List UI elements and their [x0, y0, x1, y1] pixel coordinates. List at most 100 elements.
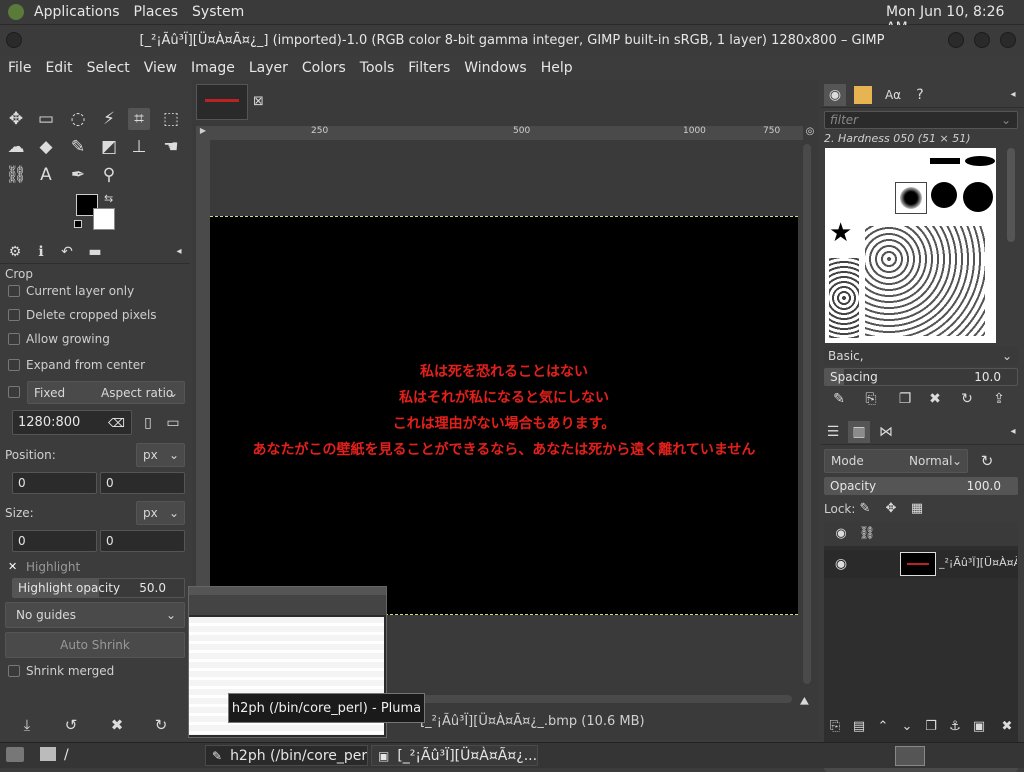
- edit-brush-icon[interactable]: ✎: [828, 388, 850, 410]
- configure-brushes-icon[interactable]: ◂: [1002, 84, 1024, 106]
- paths-tab-icon[interactable]: ⋈: [875, 421, 897, 443]
- background-color-swatch[interactable]: [93, 208, 115, 230]
- undo-history-tab-icon[interactable]: ↶: [56, 241, 78, 263]
- position-unit-dropdown[interactable]: px ⌄: [136, 443, 185, 467]
- menu-colors[interactable]: Colors: [294, 60, 352, 76]
- minimize-button[interactable]: [948, 32, 964, 48]
- aspect-ratio-dropdown[interactable]: Fixed Aspect ratio ⌄: [27, 381, 185, 404]
- opacity-slider[interactable]: Opacity 100.0: [824, 477, 1018, 495]
- brush-selected[interactable]: [895, 182, 927, 214]
- delete-options-icon[interactable]: ✖: [106, 714, 128, 736]
- refresh-brushes-icon[interactable]: ↻: [956, 388, 978, 410]
- size-height-field[interactable]: 0: [100, 530, 185, 552]
- menu-edit[interactable]: Edit: [37, 60, 78, 76]
- highlight-checkbox[interactable]: ✕: [8, 560, 17, 573]
- lock-alpha-icon[interactable]: ▦: [906, 498, 928, 520]
- path-tool-icon[interactable]: ⛓: [5, 164, 27, 186]
- menu-tools[interactable]: Tools: [352, 60, 401, 76]
- device-status-tab-icon[interactable]: ℹ: [30, 241, 52, 263]
- current-layer-only-checkbox[interactable]: [8, 285, 20, 297]
- brush-samples-textures[interactable]: [865, 226, 985, 336]
- restore-options-icon[interactable]: ↺: [60, 714, 82, 736]
- delete-brush-icon[interactable]: ✖: [924, 388, 946, 410]
- close-tab-icon[interactable]: ⊠: [253, 94, 264, 109]
- tool-options-tab-icon[interactable]: ⚙: [4, 241, 26, 263]
- swap-colors-icon[interactable]: ⇆: [104, 192, 113, 205]
- anchor-layer-icon[interactable]: ⚓: [944, 716, 966, 738]
- menu-help[interactable]: Help: [533, 60, 579, 76]
- vertical-scrollbar[interactable]: [803, 144, 811, 684]
- color-picker-icon[interactable]: ✒: [67, 164, 89, 186]
- brush-sample[interactable]: [963, 182, 993, 212]
- task-pluma[interactable]: ✎ h2ph (/bin/core_per...: [205, 745, 368, 766]
- channels-tab-icon[interactable]: ▥: [848, 421, 870, 443]
- bucket-fill-icon[interactable]: ◆: [35, 136, 57, 158]
- lock-position-icon[interactable]: ✥: [880, 498, 902, 520]
- move-tool-icon[interactable]: ✥: [5, 108, 27, 130]
- places-menu[interactable]: Places: [134, 4, 179, 20]
- spacing-slider[interactable]: Spacing 10.0: [824, 368, 1018, 386]
- clone-icon[interactable]: ⊥: [128, 136, 150, 158]
- horizontal-scrollbar[interactable]: [392, 695, 792, 703]
- expand-center-checkbox[interactable]: [8, 359, 20, 371]
- delete-layer-icon[interactable]: ✖: [996, 716, 1018, 738]
- configure-layers-icon[interactable]: ◂: [1002, 421, 1024, 443]
- configure-tab-icon[interactable]: ◂: [168, 241, 190, 263]
- new-brush-icon[interactable]: ⎘: [860, 388, 882, 410]
- menu-windows[interactable]: Windows: [456, 60, 533, 76]
- brush-filter-input[interactable]: filter ⌄: [824, 111, 1018, 129]
- delete-cropped-checkbox[interactable]: [8, 309, 20, 321]
- zoom-image-icon[interactable]: ◎: [803, 126, 817, 140]
- menu-image[interactable]: Image: [183, 60, 241, 76]
- mode-dropdown[interactable]: Mode Normal ⌄: [824, 449, 968, 473]
- workspace-switcher[interactable]: [895, 746, 925, 766]
- system-logo-icon[interactable]: [8, 4, 24, 20]
- save-options-icon[interactable]: ⤓: [16, 714, 38, 736]
- maximize-button[interactable]: [974, 32, 990, 48]
- folder-path[interactable]: /: [64, 747, 69, 763]
- text-tool-icon[interactable]: A: [35, 164, 57, 186]
- warp-icon[interactable]: ☁: [5, 136, 27, 158]
- image-tab-thumbnail[interactable]: [196, 84, 248, 120]
- default-colors-icon[interactable]: [74, 220, 82, 228]
- reset-options-icon[interactable]: ↻: [150, 714, 172, 736]
- portrait-icon[interactable]: ▯: [137, 412, 159, 434]
- eraser-icon[interactable]: ◩: [98, 136, 120, 158]
- mask-icon[interactable]: ▣: [968, 716, 990, 738]
- duplicate-layer-icon[interactable]: ❐: [920, 716, 942, 738]
- lasso-icon[interactable]: ◌: [67, 108, 89, 130]
- patterns-tab-icon[interactable]: [854, 86, 872, 104]
- show-desktop-icon[interactable]: [6, 747, 24, 762]
- close-button[interactable]: [1000, 32, 1016, 48]
- position-y-field[interactable]: 0: [100, 472, 185, 494]
- menu-select[interactable]: Select: [79, 60, 136, 76]
- brush-sample[interactable]: [965, 156, 995, 166]
- size-width-field[interactable]: 0: [12, 530, 97, 552]
- brush-sample[interactable]: [931, 182, 957, 208]
- brush-samples-textures[interactable]: [829, 258, 859, 338]
- zoom-tool-icon[interactable]: ⚲: [98, 164, 120, 186]
- brush-sample[interactable]: [930, 158, 960, 164]
- help-tab-icon[interactable]: ?: [909, 84, 931, 106]
- fuzzy-select-icon[interactable]: ⚡: [98, 108, 120, 130]
- horizontal-ruler[interactable]: 250 500 750 1000: [210, 126, 803, 140]
- auto-shrink-button[interactable]: Auto Shrink: [5, 632, 185, 658]
- navigate-icon[interactable]: ⯅: [798, 692, 811, 712]
- new-layer-group-icon[interactable]: ▤: [848, 716, 870, 738]
- window-menu-button[interactable]: [6, 32, 22, 48]
- window-titlebar[interactable]: [_²¡Ãû³Ï][Ü¤À¤Ã¤¿_] (imported)-1.0 (RGB …: [0, 25, 1024, 55]
- new-layer-icon[interactable]: ⎘: [824, 716, 846, 738]
- quick-mask-toggle[interactable]: ▶: [196, 126, 210, 140]
- position-x-field[interactable]: 0: [12, 472, 97, 494]
- brush-grid-scrollbar[interactable]: [1007, 148, 1015, 242]
- fonts-tab-icon[interactable]: Aα: [882, 84, 904, 106]
- highlight-opacity-slider[interactable]: Highlight opacity 50.0: [12, 578, 185, 598]
- open-brush-image-icon[interactable]: ⇪: [988, 388, 1010, 410]
- image-canvas[interactable]: 私は死を恐れることはない 私はそれが私になると気にしない これは理由がない場合も…: [210, 216, 798, 615]
- shrink-merged-checkbox[interactable]: [8, 665, 20, 677]
- menu-layer[interactable]: Layer: [241, 60, 294, 76]
- aspect-ratio-field[interactable]: 1280:800 ⌫: [12, 410, 132, 435]
- images-tab-icon[interactable]: ▬: [84, 241, 106, 263]
- eye-icon[interactable]: ◉: [830, 553, 852, 575]
- mode-switch-icon[interactable]: ↻: [976, 450, 998, 472]
